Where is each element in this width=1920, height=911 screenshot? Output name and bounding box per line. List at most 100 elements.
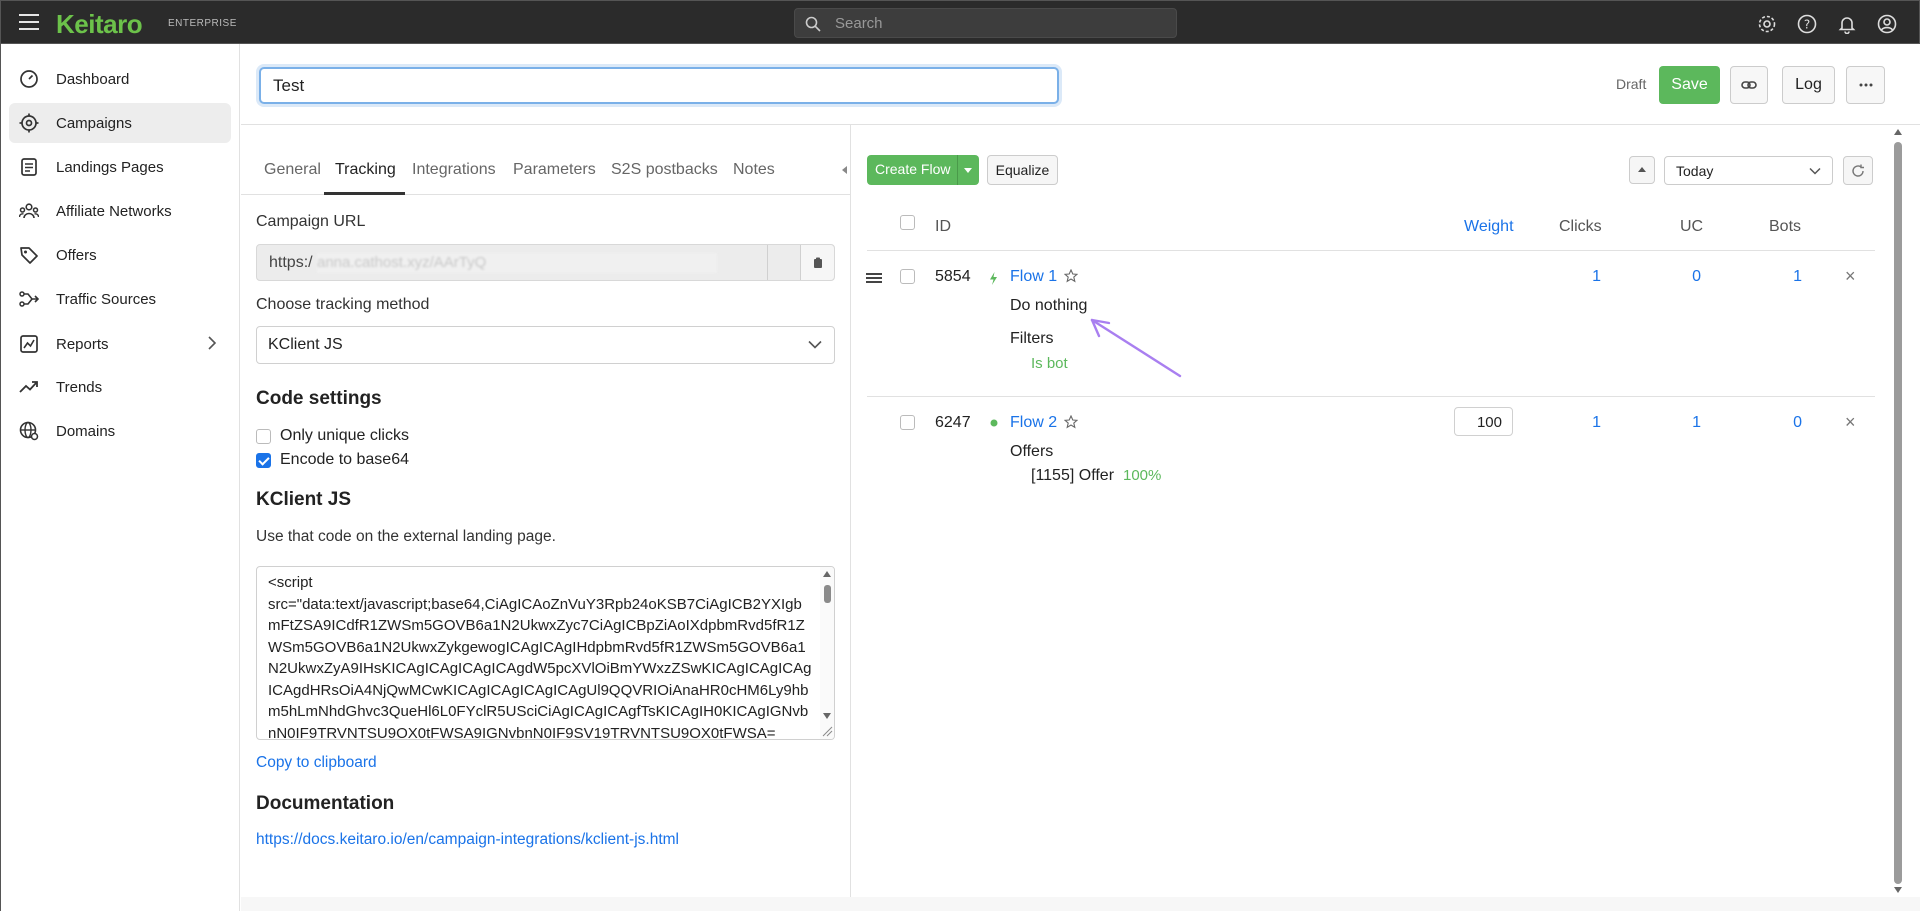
- campaign-link-button[interactable]: [1730, 66, 1768, 104]
- tracking-method-label: Choose tracking method: [256, 296, 430, 313]
- settings-tabs: General Tracking Integrations Parameters…: [241, 125, 851, 195]
- horizontal-scrollbar[interactable]: [241, 897, 1920, 911]
- sidebar-item-label: Offers: [56, 246, 97, 264]
- campaign-url-label: Campaign URL: [256, 213, 366, 230]
- flows-scrollbar[interactable]: [1891, 125, 1905, 900]
- flow-name-link[interactable]: Flow 2: [1010, 414, 1057, 432]
- menu-icon[interactable]: [19, 14, 39, 30]
- column-header-weight[interactable]: Weight: [1464, 218, 1514, 236]
- affiliate-network-icon: [19, 203, 39, 219]
- save-button[interactable]: Save: [1659, 66, 1720, 104]
- flows-scrollbar-thumb[interactable]: [1894, 142, 1902, 884]
- column-header-id[interactable]: ID: [935, 218, 951, 236]
- sidebar-item-label: Domains: [56, 422, 116, 440]
- app-edition: ENTERPRISE: [168, 18, 237, 29]
- sidebar-item-traffic-sources[interactable]: Traffic Sources: [9, 279, 231, 319]
- search-input[interactable]: Search: [794, 8, 1177, 38]
- favorite-star-icon[interactable]: [1064, 269, 1078, 283]
- date-range-select[interactable]: Today: [1664, 156, 1833, 185]
- campaigns-target-icon: [19, 113, 39, 133]
- copy-to-clipboard-link[interactable]: Copy to clipboard: [256, 754, 377, 772]
- flow-clicks: 1: [1592, 268, 1601, 285]
- sidebar-item-reports[interactable]: Reports: [9, 324, 231, 364]
- link-icon: [1741, 81, 1757, 89]
- sidebar-item-landings-pages[interactable]: Landings Pages: [9, 147, 231, 187]
- kclient-code-textarea[interactable]: <script src="data:text/javascript;base64…: [256, 566, 835, 740]
- campaign-url-prefix: https:/: [269, 254, 313, 271]
- encode-base64-label: Encode to base64: [280, 451, 409, 468]
- sidebar-item-dashboard[interactable]: Dashboard: [9, 59, 231, 99]
- encode-base64-option[interactable]: Encode to base64: [256, 450, 409, 470]
- collapse-up-button[interactable]: [1629, 156, 1655, 184]
- tab-integrations[interactable]: Integrations: [412, 161, 496, 179]
- tracking-method-value: KClient JS: [268, 336, 343, 353]
- tabs-scroll-left-icon[interactable]: [842, 166, 847, 174]
- equalize-button[interactable]: Equalize: [987, 155, 1058, 185]
- column-header-uc[interactable]: UC: [1680, 218, 1703, 236]
- only-unique-clicks-checkbox[interactable]: [256, 428, 271, 444]
- help-icon[interactable]: ?: [1795, 12, 1819, 36]
- encode-base64-checkbox[interactable]: [256, 452, 271, 468]
- flow-weight-input[interactable]: 100: [1454, 407, 1513, 436]
- flow-id: 6247: [935, 414, 971, 431]
- column-header-bots[interactable]: Bots: [1769, 218, 1801, 236]
- active-tab-indicator: [324, 192, 405, 195]
- trends-line-icon: [19, 381, 38, 393]
- offer-tag-icon: [20, 247, 38, 264]
- tab-s2s-postbacks[interactable]: S2S postbacks: [611, 161, 718, 179]
- tab-general[interactable]: General: [264, 161, 321, 179]
- url-field-divider: [767, 245, 768, 280]
- sidebar-item-campaigns[interactable]: Campaigns: [9, 103, 231, 143]
- code-scrollbar-thumb[interactable]: [824, 585, 831, 603]
- resize-handle-icon[interactable]: [821, 725, 833, 737]
- campaign-settings-panel: General Tracking Integrations Parameters…: [241, 125, 851, 911]
- delete-flow-icon[interactable]: ×: [1845, 266, 1856, 287]
- log-button[interactable]: Log: [1782, 66, 1835, 104]
- refresh-button[interactable]: [1843, 156, 1873, 185]
- user-account-icon[interactable]: [1875, 12, 1899, 36]
- flow-name-link[interactable]: Flow 1: [1010, 268, 1057, 286]
- flow-uc: 0: [1692, 268, 1701, 285]
- create-flow-button[interactable]: Create Flow: [867, 155, 979, 185]
- code-scrollbar[interactable]: [820, 567, 834, 739]
- tab-parameters[interactable]: Parameters: [513, 161, 596, 179]
- delete-flow-icon[interactable]: ×: [1845, 412, 1856, 433]
- flow-clicks: 1: [1592, 414, 1601, 431]
- dashboard-gauge-icon: [20, 70, 38, 88]
- copy-url-button[interactable]: [800, 245, 834, 280]
- notifications-bell-icon[interactable]: [1835, 12, 1859, 36]
- more-options-button[interactable]: [1846, 66, 1885, 104]
- sidebar-item-label: Dashboard: [56, 70, 130, 88]
- favorite-star-icon[interactable]: [1064, 415, 1078, 429]
- reports-chart-icon: [20, 335, 38, 353]
- chevron-down-icon: [1809, 167, 1821, 175]
- row-checkbox[interactable]: [900, 269, 915, 284]
- settings-gear-icon[interactable]: [1755, 12, 1779, 36]
- documentation-link[interactable]: https://docs.keitaro.io/en/campaign-inte…: [256, 831, 679, 849]
- scroll-down-icon[interactable]: [1894, 887, 1902, 893]
- table-header-divider: [867, 250, 1875, 251]
- tab-tracking[interactable]: Tracking: [335, 161, 396, 179]
- app-logo[interactable]: Keitaro: [56, 9, 143, 40]
- scroll-down-icon[interactable]: [823, 713, 831, 719]
- chevron-down-icon: [808, 340, 822, 349]
- column-header-clicks[interactable]: Clicks: [1559, 218, 1602, 236]
- row-checkbox[interactable]: [900, 415, 915, 430]
- drag-handle-icon[interactable]: [866, 273, 882, 283]
- tracking-method-select[interactable]: KClient JS: [256, 326, 835, 364]
- refresh-icon: [1852, 164, 1864, 177]
- kclient-js-heading: KClient JS: [256, 489, 352, 510]
- sidebar-item-domains[interactable]: Domains: [9, 411, 231, 451]
- campaign-url-field[interactable]: https:/ anna.cathost.xyz/AArTyQ: [256, 244, 835, 281]
- campaign-name-input[interactable]: [259, 67, 1059, 104]
- scroll-up-icon[interactable]: [823, 571, 831, 577]
- sidebar-item-offers[interactable]: Offers: [9, 235, 231, 275]
- select-all-checkbox[interactable]: [900, 215, 915, 230]
- create-flow-dropdown-icon[interactable]: [964, 168, 972, 173]
- tab-notes[interactable]: Notes: [733, 161, 775, 179]
- flow-offer: [1155] Offer: [1031, 467, 1115, 484]
- scroll-up-icon[interactable]: [1894, 129, 1902, 135]
- sidebar-item-trends[interactable]: Trends: [9, 367, 231, 407]
- only-unique-clicks-option[interactable]: Only unique clicks: [256, 426, 409, 446]
- sidebar-item-affiliate-networks[interactable]: Affiliate Networks: [9, 191, 231, 231]
